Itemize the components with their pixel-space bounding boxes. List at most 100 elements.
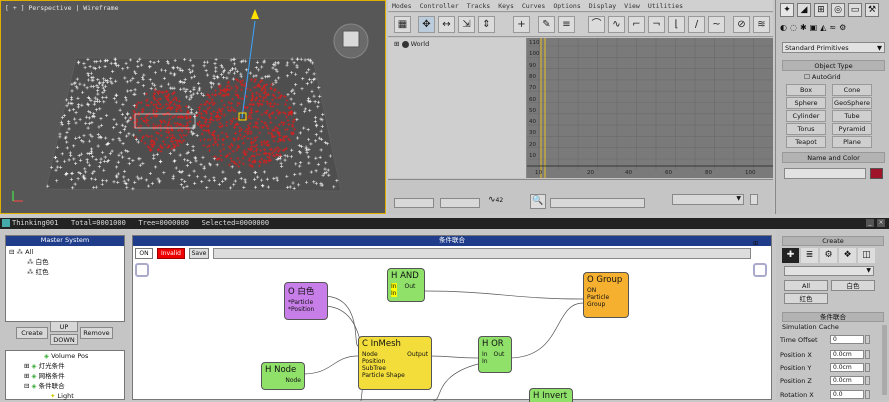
node-port[interactable]: SubTree (362, 365, 428, 372)
curve-graph[interactable]: 110 100 90 80 70 60 50 40 30 20 10 10 20 40 60 80 100 (527, 38, 773, 178)
move-keys-icon[interactable]: ✥ (418, 16, 435, 33)
tangent-slow-icon[interactable]: ¬ (648, 16, 665, 33)
node-port[interactable]: In (482, 351, 488, 358)
red-button[interactable]: 红色 (784, 293, 828, 304)
primitive-button-torus[interactable]: Torus (786, 123, 826, 135)
master-item-red[interactable]: ⁂ 红色 (9, 267, 121, 277)
menu-item-controller[interactable]: Controller (420, 2, 459, 10)
perspective-viewport[interactable]: [ + ] Perspective | Wireframe (0, 0, 386, 214)
geometry-icon[interactable]: ◐ (780, 23, 787, 32)
emitter-icon[interactable]: ❖ (839, 248, 856, 263)
all-button[interactable]: All (784, 280, 828, 291)
node-h-node[interactable]: H Node Node (261, 362, 305, 390)
node-port[interactable]: ON (587, 287, 625, 294)
node-port[interactable]: Node (362, 351, 378, 358)
tangent-smooth-icon[interactable]: ~ (708, 16, 725, 33)
systems-icon[interactable]: ⚙ (839, 23, 846, 32)
node-port[interactable]: Output (407, 351, 428, 358)
pos-x-field[interactable]: 0.0cm (830, 350, 864, 359)
name-color-header[interactable]: Name and Color (782, 152, 885, 163)
menu-item-utilities[interactable]: Utilities (648, 2, 683, 10)
menu-item-tracks[interactable]: Tracks (467, 2, 490, 10)
tangent-linear-icon[interactable]: / (688, 16, 705, 33)
panel-scrollbar[interactable] (882, 325, 887, 395)
time-offset-field[interactable]: 0 (830, 335, 864, 344)
snap-icon[interactable]: ≋ (753, 16, 770, 33)
add-keys-icon[interactable]: + (513, 16, 530, 33)
utilities-tab-icon[interactable]: ⚒ (865, 3, 879, 17)
menu-item-options[interactable]: Options (553, 2, 580, 10)
settings-icon[interactable]: ⚙ (820, 248, 837, 263)
node-port[interactable]: In (391, 290, 397, 297)
tree-item-volume-pos[interactable]: ◈ Volume Pos (10, 351, 124, 361)
node-white[interactable]: O 白色 *Particle *Position (284, 282, 328, 320)
motion-tab-icon[interactable]: ◎ (831, 3, 845, 17)
tangent-spline-icon[interactable]: ∿ (608, 16, 625, 33)
node-port[interactable]: In (391, 283, 397, 290)
node-port[interactable]: Particle Shape (362, 372, 428, 379)
tree-item-union[interactable]: ⊟ ◈ 条件联合 (10, 381, 124, 391)
autogrid-checkbox[interactable]: ☐ AutoGrid (804, 73, 841, 81)
add-particle-icon[interactable]: ✚ (782, 248, 799, 263)
curve-icon[interactable]: ∿42 (488, 195, 503, 205)
key-value-field[interactable] (440, 198, 480, 208)
display-tab-icon[interactable]: ▭ (848, 3, 862, 17)
tangent-step-icon[interactable]: ⌊ (668, 16, 685, 33)
color-swatch[interactable] (870, 168, 883, 179)
primitive-button-sphere[interactable]: Sphere (786, 97, 826, 109)
primitive-button-cone[interactable]: Cone (832, 84, 872, 96)
create-tab-icon[interactable]: ✦ (780, 3, 794, 17)
remove-button[interactable]: Remove (80, 327, 113, 339)
spacewarps-icon[interactable]: ≈ (829, 23, 836, 32)
draw-curves-icon[interactable]: ✎ (538, 16, 555, 33)
primitive-button-box[interactable]: Box (786, 84, 826, 96)
primitive-button-pyramid[interactable]: Pyramid (832, 123, 872, 135)
primitive-button-cylinder[interactable]: Cylinder (786, 110, 826, 122)
menu-item-display[interactable]: Display (589, 2, 616, 10)
primitive-button-geosphere[interactable]: GeoSphere (832, 97, 872, 109)
node-port[interactable]: Out (494, 351, 505, 358)
rot-x-spinner[interactable] (865, 390, 870, 399)
shapes-icon[interactable]: ◌ (790, 23, 797, 32)
create-button[interactable]: Create (16, 327, 48, 339)
tree-item-light-cond[interactable]: ⊞ ◈ 灯光条件 (10, 361, 124, 371)
node-group[interactable]: O Group ON Particle Group (583, 272, 629, 318)
cameras-icon[interactable]: ▣ (810, 23, 818, 32)
key-frame-field[interactable] (394, 198, 434, 208)
object-name-field[interactable] (784, 168, 866, 179)
close-icon[interactable]: × (877, 219, 885, 227)
create-header[interactable]: Create (782, 236, 884, 246)
node-port[interactable]: Out (405, 283, 416, 290)
node-or[interactable]: H OR In Out In (478, 336, 512, 373)
tangent-auto-icon[interactable]: ⌒ (588, 16, 605, 33)
scale-keys-icon[interactable]: ⇲ (458, 16, 475, 33)
reduce-keys-icon[interactable]: ≡ (558, 16, 575, 33)
node-graph-canvas[interactable]: 条件联合 ON Invalid Save ⊞ O 白色 *Particle *P… (132, 235, 772, 402)
rot-x-field[interactable]: 0.0 (830, 390, 864, 399)
modify-tab-icon[interactable]: ◢ (797, 3, 811, 17)
white-button[interactable]: 白色 (831, 280, 875, 291)
node-port[interactable]: Position (362, 358, 428, 365)
master-item-white[interactable]: ⁂ 白色 (9, 257, 121, 267)
create-dropdown[interactable]: ▼ (784, 266, 874, 276)
menu-item-modes[interactable]: Modes (392, 2, 412, 10)
filter-icon[interactable]: ▦ (394, 16, 411, 33)
time-offset-spinner[interactable] (865, 335, 870, 344)
node-and[interactable]: H AND In Out In (387, 268, 425, 302)
primitive-button-teapot[interactable]: Teapot (786, 136, 826, 148)
node-port[interactable]: In (482, 358, 508, 365)
pos-x-spinner[interactable] (865, 350, 870, 359)
pos-y-spinner[interactable] (865, 363, 870, 372)
section-header[interactable]: 条件联合 (782, 312, 884, 322)
master-item-all[interactable]: ⊟ ⁂ All (9, 247, 121, 257)
lock-icon[interactable]: ⊘ (733, 16, 750, 33)
selected-keys-field[interactable] (550, 198, 645, 208)
object-type-header[interactable]: Object Type (782, 60, 885, 71)
slide-keys-icon[interactable]: ↔ (438, 16, 455, 33)
tangent-fast-icon[interactable]: ⌐ (628, 16, 645, 33)
node-port[interactable]: *Position (288, 306, 324, 313)
menu-item-view[interactable]: View (624, 2, 640, 10)
cube-icon[interactable]: ◫ (858, 248, 875, 263)
view-dropdown[interactable]: ▼ (672, 194, 744, 205)
tree-item-mesh-cond[interactable]: ⊞ ◈ 网格条件 (10, 371, 124, 381)
